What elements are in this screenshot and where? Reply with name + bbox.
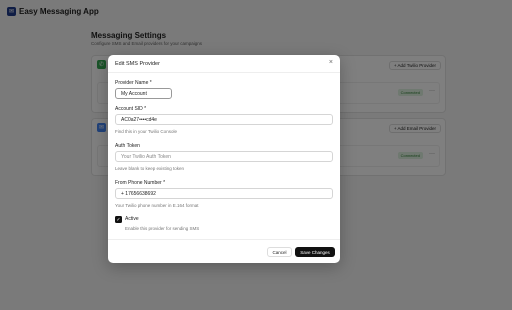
dialog-footer: Cancel Save Changes: [108, 239, 340, 263]
dialog-header: Edit SMS Provider ×: [108, 55, 340, 73]
account-sid-input[interactable]: AC0a27••••cd4e: [115, 114, 333, 125]
auth-token-label: Auth Token: [115, 143, 140, 149]
save-changes-button[interactable]: Save Changes: [295, 247, 335, 257]
dialog-title: Edit SMS Provider: [115, 61, 160, 67]
phone-number-input[interactable]: + 17656638692: [115, 188, 333, 199]
active-label: Active: [125, 216, 139, 222]
auth-token-input[interactable]: Your Twilio Auth Token: [115, 151, 333, 162]
cancel-button[interactable]: Cancel: [267, 247, 292, 257]
provider-name-input[interactable]: My Account: [115, 88, 172, 99]
phone-number-label: From Phone Number *: [115, 180, 166, 186]
active-help: Enable this provider for sending SMS: [125, 226, 200, 231]
provider-name-label: Provider Name *: [115, 80, 152, 86]
phone-number-help: Your Twilio phone number in E.164 format: [115, 203, 199, 208]
edit-sms-provider-dialog: Edit SMS Provider × Provider Name * My A…: [108, 55, 340, 263]
auth-token-help: Leave blank to keep existing token: [115, 166, 185, 171]
account-sid-label: Account SID *: [115, 106, 147, 112]
close-icon[interactable]: ×: [329, 59, 333, 66]
account-sid-help: Find this in your Twilio Console: [115, 129, 177, 134]
active-checkbox[interactable]: ✓: [115, 216, 122, 223]
